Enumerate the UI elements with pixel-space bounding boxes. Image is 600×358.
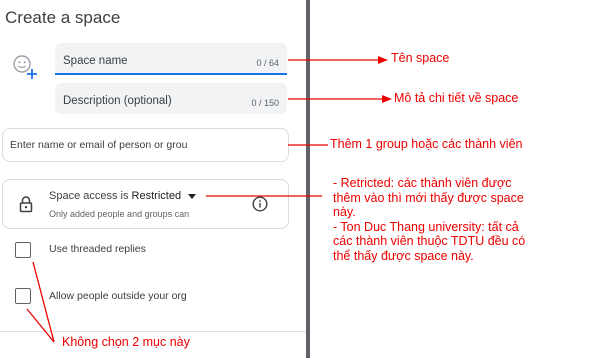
annotation-access-line: thêm vào thì mới thấy được space [333, 190, 524, 205]
annotation-access-line: này. [333, 205, 356, 219]
annotation-space-name: Tên space [391, 51, 450, 65]
annotation-access: - Retricted: các thành viên được thêm và… [333, 176, 525, 263]
arrowhead-description [382, 95, 392, 103]
arrowhead-space-name [378, 56, 388, 64]
annotation-access-line: thể thấy được space này. [333, 248, 474, 263]
annotation-people: Thêm 1 group hoặc các thành viên [330, 137, 523, 151]
annotation-checkboxes: Không chọn 2 mục này [62, 335, 190, 349]
annotation-description: Mô tả chi tiết về space [394, 91, 519, 105]
annotation-access-line: - Ton Duc Thang university: tất cả [333, 219, 519, 234]
annotation-access-line: - Retricted: các thành viên được [333, 176, 512, 190]
annotation-access-line: các thành viên thuộc TDTU đều có [333, 234, 526, 248]
